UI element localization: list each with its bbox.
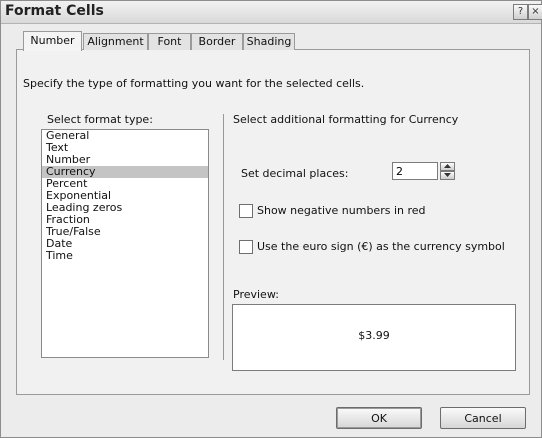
arrow-up-icon bbox=[444, 164, 451, 168]
tab-alignment[interactable]: Alignment bbox=[83, 33, 148, 50]
ok-button[interactable]: OK bbox=[336, 407, 422, 429]
dialog-title: Format Cells bbox=[5, 3, 104, 19]
euro-sign-checkbox[interactable] bbox=[239, 240, 253, 254]
format-type-list[interactable]: General Text Number Currency Percent Exp… bbox=[41, 129, 209, 358]
format-type-label: Select format type: bbox=[47, 113, 153, 126]
list-item-time[interactable]: Time bbox=[42, 250, 208, 262]
title-bar: Format Cells ? × bbox=[1, 1, 542, 24]
help-button[interactable]: ? bbox=[513, 4, 528, 20]
decimal-places-label: Set decimal places: bbox=[241, 167, 349, 180]
description-text: Specify the type of formatting you want … bbox=[23, 77, 365, 90]
preview-value: $3.99 bbox=[358, 329, 390, 342]
tab-border[interactable]: Border bbox=[191, 33, 243, 50]
vertical-divider bbox=[223, 114, 224, 360]
preview-box: $3.99 bbox=[232, 304, 516, 371]
format-cells-dialog: Format Cells ? × Number Alignment Font B… bbox=[0, 0, 542, 438]
negative-red-checkbox[interactable] bbox=[239, 204, 253, 218]
additional-formatting-label: Select additional formatting for Currenc… bbox=[233, 113, 459, 126]
decimal-up-button[interactable] bbox=[440, 162, 455, 171]
close-button[interactable]: × bbox=[528, 4, 542, 20]
decimal-down-button[interactable] bbox=[440, 171, 455, 180]
negative-red-label: Show negative numbers in red bbox=[257, 204, 426, 217]
preview-label: Preview: bbox=[233, 288, 279, 301]
decimal-places-input[interactable] bbox=[392, 162, 438, 180]
euro-sign-label: Use the euro sign (€) as the currency sy… bbox=[257, 240, 505, 253]
tab-shading[interactable]: Shading bbox=[243, 33, 295, 50]
tab-font[interactable]: Font bbox=[148, 33, 191, 50]
tab-number[interactable]: Number bbox=[23, 31, 82, 51]
cancel-button[interactable]: Cancel bbox=[440, 407, 526, 429]
arrow-down-icon bbox=[444, 173, 451, 177]
